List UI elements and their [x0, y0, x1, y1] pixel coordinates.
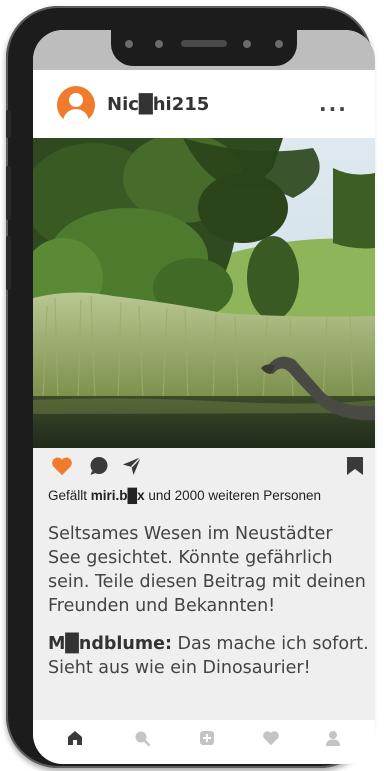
username[interactable]: Nic█hi215 [107, 94, 209, 115]
speech-bubble-icon[interactable] [89, 456, 109, 476]
likes-text: Gefällt miri.b█x und 2000 weiteren Perso… [48, 488, 321, 503]
heart-icon[interactable] [262, 730, 280, 746]
front-camera [275, 40, 283, 48]
likes-prefix: Gefällt [48, 488, 91, 503]
heart-icon[interactable] [51, 456, 73, 476]
likes-suffix[interactable]: und 2000 weiteren Personen [145, 488, 321, 503]
sensor-dot [125, 40, 133, 48]
screen: Nic█hi215 ... Gefällt miri.b█x und 2000 … [33, 30, 375, 764]
bookmark-icon[interactable] [346, 456, 364, 476]
post-photo[interactable] [33, 138, 375, 448]
camera-dot [155, 40, 163, 48]
earpiece-speaker [181, 40, 227, 47]
lake-scene-image [33, 138, 375, 448]
comment-author[interactable]: M█ndblume: [48, 634, 172, 654]
post-header: Nic█hi215 ... [33, 70, 375, 138]
sensor-dot [243, 40, 251, 48]
volume-down-button [6, 236, 11, 290]
notch [111, 30, 297, 66]
bottom-nav [33, 720, 375, 764]
phone-frame: Nic█hi215 ... Gefällt miri.b█x und 2000 … [6, 6, 375, 768]
add-icon[interactable] [199, 730, 215, 746]
home-icon[interactable] [67, 730, 83, 746]
phone-side-button [6, 110, 11, 138]
post-actions [33, 448, 375, 488]
profile-icon[interactable] [325, 730, 341, 746]
post-caption: Seltsames Wesen im Neustädter See gesich… [48, 524, 366, 616]
paper-plane-icon[interactable] [122, 456, 142, 476]
volume-up-button [6, 166, 11, 220]
search-icon[interactable] [134, 730, 150, 746]
comment: M█ndblume: Das mache ich sofort. Sieht a… [48, 632, 370, 680]
more-options-icon[interactable]: ... [319, 92, 348, 116]
liked-by-user[interactable]: miri.b█x [91, 488, 145, 503]
avatar[interactable] [57, 86, 95, 124]
